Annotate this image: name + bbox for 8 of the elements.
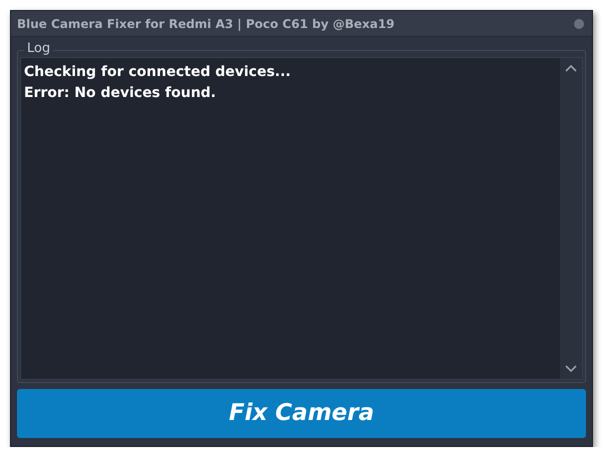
scroll-up-icon[interactable]: [565, 64, 577, 72]
group-label: Log: [24, 41, 54, 57]
fix-camera-button[interactable]: Fix Camera: [17, 389, 586, 438]
log-line: Error: No devices found.: [24, 84, 218, 103]
scroll-down-icon[interactable]: [565, 365, 577, 373]
log-line: Checking for connected devices...: [24, 63, 292, 82]
window-title: Blue Camera Fixer for Redmi A3 | Poco C61 by @Bexa19: [17, 16, 395, 32]
scrollbar[interactable]: [560, 58, 582, 379]
